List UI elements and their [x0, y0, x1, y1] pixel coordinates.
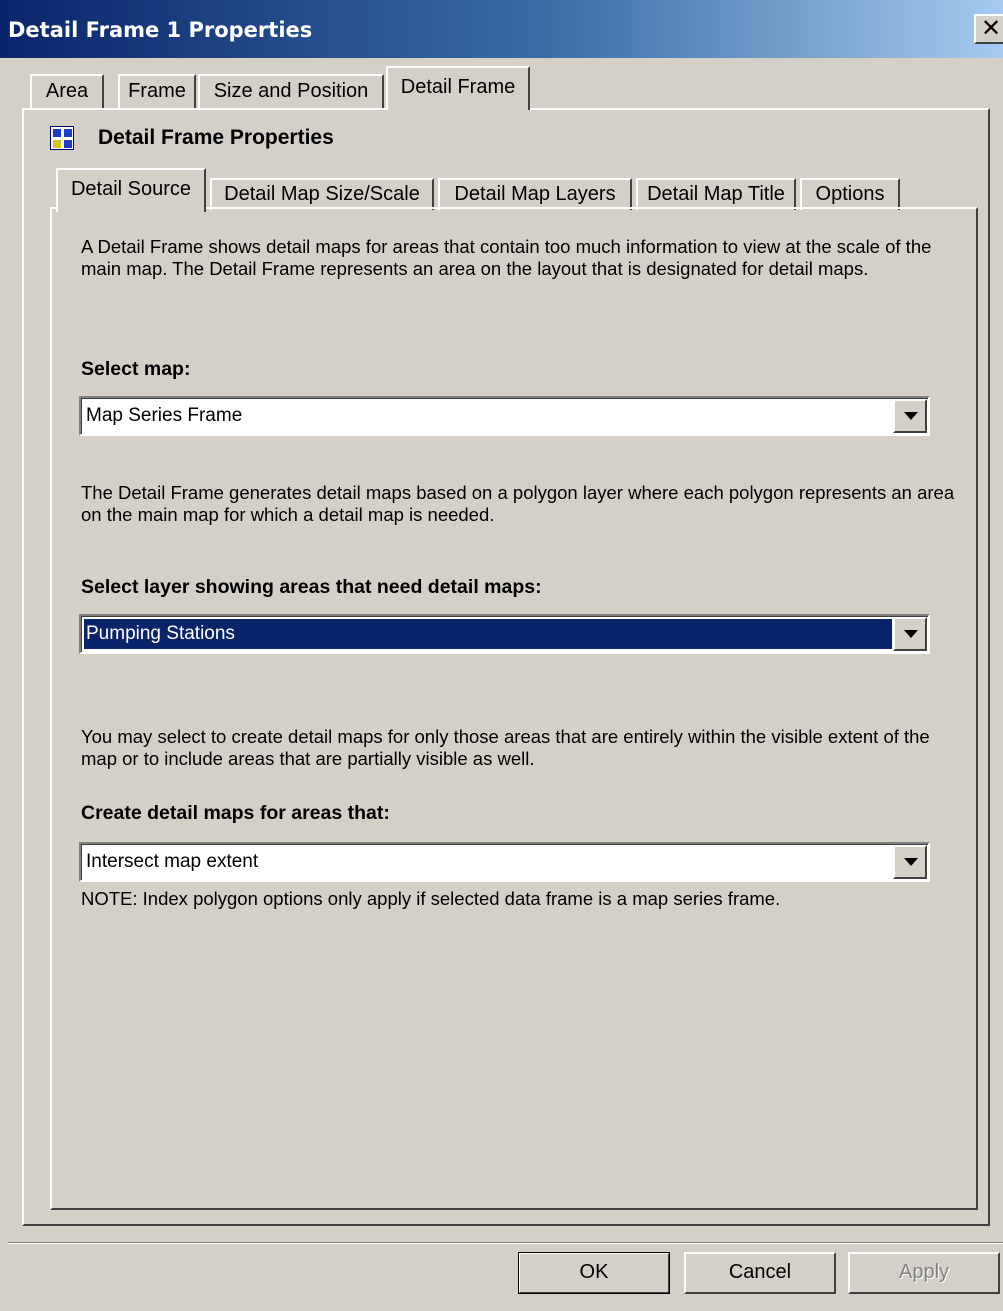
- select-map-dropdown[interactable]: Map Series Frame: [79, 396, 930, 436]
- tab-detail-map-title[interactable]: Detail Map Title: [636, 178, 796, 210]
- tab-detail-map-layers[interactable]: Detail Map Layers: [438, 178, 632, 210]
- select-map-value: Map Series Frame: [86, 405, 243, 426]
- panel-title: Detail Frame Properties: [98, 126, 334, 149]
- tab-detail-map-layers-label: Detail Map Layers: [454, 183, 616, 205]
- select-map-label: Select map:: [81, 358, 191, 380]
- title-bar: Detail Frame 1 Properties ✕: [0, 0, 1003, 58]
- tab-options[interactable]: Options: [800, 178, 900, 210]
- cancel-button[interactable]: Cancel: [684, 1252, 836, 1294]
- chevron-down-icon[interactable]: [893, 399, 927, 433]
- close-icon: ✕: [980, 14, 1002, 42]
- tab-size-and-position[interactable]: Size and Position: [198, 74, 384, 108]
- tab-frame-label: Frame: [128, 80, 186, 102]
- select-layer-dropdown[interactable]: Pumping Stations: [79, 614, 930, 654]
- note-text: NOTE: Index polygon options only apply i…: [81, 888, 781, 909]
- select-layer-label: Select layer showing areas that need det…: [81, 576, 542, 598]
- tab-detail-frame[interactable]: Detail Frame: [386, 66, 530, 110]
- tab-detail-map-size-scale-label: Detail Map Size/Scale: [224, 183, 420, 205]
- tab-detail-source[interactable]: Detail Source: [56, 168, 206, 212]
- apply-button[interactable]: Apply: [848, 1252, 1000, 1294]
- create-maps-dropdown[interactable]: Intersect map extent: [79, 842, 930, 882]
- grid-map-icon: [50, 126, 74, 150]
- tab-area-label: Area: [45, 80, 89, 102]
- polygon-layer-text: The Detail Frame generates detail maps b…: [81, 482, 955, 525]
- tab-detail-source-label: Detail Source: [70, 178, 192, 200]
- chevron-down-icon[interactable]: [893, 617, 927, 651]
- ok-button[interactable]: OK: [518, 1252, 670, 1294]
- intro-text: A Detail Frame shows detail maps for are…: [81, 236, 932, 279]
- create-maps-label: Create detail maps for areas that:: [81, 802, 390, 824]
- tab-detail-map-size-scale[interactable]: Detail Map Size/Scale: [210, 178, 434, 210]
- tab-detail-frame-label: Detail Frame: [400, 76, 516, 98]
- tab-size-and-position-label: Size and Position: [213, 80, 369, 102]
- tab-frame[interactable]: Frame: [118, 74, 196, 108]
- extent-text: You may select to create detail maps for…: [81, 726, 930, 769]
- select-layer-value: Pumping Stations: [84, 619, 892, 649]
- tab-detail-map-title-label: Detail Map Title: [647, 183, 785, 205]
- tab-area[interactable]: Area: [30, 74, 104, 108]
- close-button[interactable]: ✕: [974, 14, 1003, 44]
- separator-highlight: [8, 1243, 1003, 1244]
- chevron-down-icon[interactable]: [893, 845, 927, 879]
- window-title: Detail Frame 1 Properties: [8, 18, 313, 42]
- tab-options-label: Options: [815, 183, 885, 205]
- create-maps-value: Intersect map extent: [86, 851, 259, 872]
